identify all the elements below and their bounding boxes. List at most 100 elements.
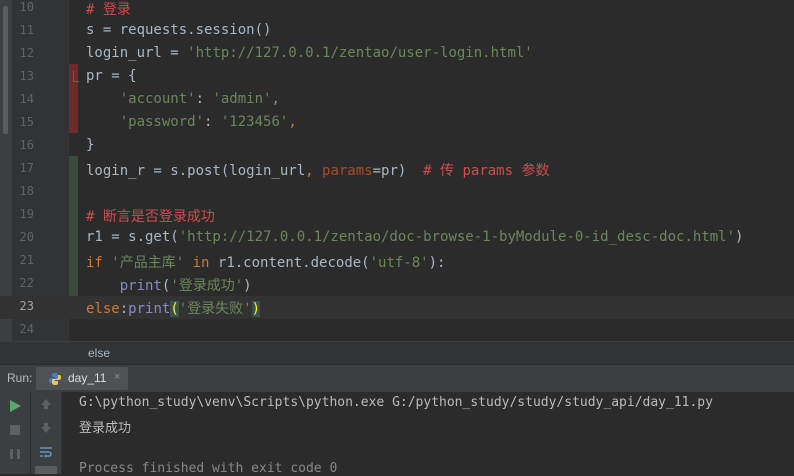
arrow-down-icon[interactable] [38, 420, 54, 436]
code-editor[interactable]: 10 # 登录 11 s = requests.session() 12 login_ur… [0, 0, 794, 341]
code-token: 'password' [86, 114, 205, 130]
code-line[interactable]: 14 'account': 'admin', [0, 89, 794, 112]
run-console[interactable]: G:\python_study\venv\Scripts\python.exe … [0, 392, 794, 476]
console-command-line: G:\python_study\venv\Scripts\python.exe … [79, 395, 713, 410]
code-token: # 断言是否登录成功 [86, 209, 215, 225]
arrow-up-icon[interactable] [38, 396, 54, 412]
code-token: if [86, 255, 112, 271]
code-token: # 传 params 参数 [423, 163, 550, 179]
code-text[interactable]: } [86, 137, 94, 153]
code-token: ): [428, 255, 446, 271]
code-line[interactable]: 16} [0, 135, 794, 158]
code-token: pr = { [86, 68, 137, 84]
code-token: , [305, 163, 323, 179]
code-line[interactable]: 21 if '产品主库' in r1.content.decode('utf-8'… [0, 250, 794, 273]
line-number: 20 [19, 230, 34, 244]
line-number: 16 [19, 138, 34, 152]
code-token: 'admin' [212, 91, 272, 107]
code-token: ) [243, 278, 252, 294]
code-token: ) [735, 229, 744, 245]
code-line[interactable]: 18 [0, 181, 794, 204]
line-number: 22 [19, 276, 34, 290]
code-text[interactable]: login_r = s.post(login_url, params=pr) #… [86, 160, 549, 180]
code-token: login_url = [86, 45, 188, 61]
code-token: print [128, 301, 171, 317]
code-token: else [86, 301, 120, 317]
line-number: 14 [19, 92, 34, 106]
code-token: ) [251, 301, 261, 317]
code-text[interactable]: pr = { [86, 68, 137, 84]
code-token: 'utf-8' [369, 255, 429, 271]
run-label: Run: [7, 371, 33, 385]
python-icon [49, 373, 61, 385]
code-token: '产品主库' [111, 255, 193, 271]
console-output-line: 登录成功 [79, 421, 132, 436]
code-token: =pr) [372, 163, 424, 179]
code-text[interactable]: print('登录成功') [86, 275, 252, 295]
code-token: login_r = s.post(login_url [86, 163, 306, 179]
line-number: 23 [19, 299, 34, 313]
scroll-to-end-button[interactable] [35, 466, 57, 474]
code-token: : [119, 301, 129, 317]
code-token: s = requests.session() [86, 22, 272, 38]
code-text[interactable]: r1 = s.get('http://127.0.0.1/zentao/doc-… [86, 229, 743, 245]
line-number: 11 [19, 23, 34, 37]
code-token: r1.content.decode( [217, 255, 370, 271]
code-line[interactable]: 19 # 断言是否登录成功 [0, 204, 794, 227]
pause-icon[interactable] [7, 446, 23, 462]
code-text[interactable]: if '产品主库' in r1.content.decode('utf-8'): [86, 252, 445, 272]
code-token: , [271, 91, 280, 107]
code-text[interactable]: 'account': 'admin', [86, 91, 280, 107]
code-token: , [288, 114, 297, 130]
line-number: 19 [19, 207, 34, 221]
line-number: 17 [19, 161, 34, 175]
code-token: in [192, 255, 218, 271]
line-number: 10 [19, 0, 34, 14]
code-text[interactable]: # 登录 [86, 0, 131, 19]
stop-icon[interactable] [7, 422, 23, 438]
code-token: r1 = s.get( [86, 229, 179, 245]
code-token: 'http://127.0.0.1/zentao/user-login.html… [187, 45, 533, 61]
run-tab-label: day_11 [68, 371, 107, 385]
run-tools-secondary [31, 392, 62, 474]
code-token: # 登录 [86, 2, 131, 18]
code-text[interactable]: s = requests.session() [86, 22, 271, 38]
close-icon[interactable]: × [114, 371, 120, 383]
code-line[interactable]: 22 print('登录成功') [0, 273, 794, 296]
line-number: 21 [19, 253, 34, 267]
code-line[interactable]: 13 pr = { [0, 66, 794, 89]
code-token: 'http://127.0.0.1/zentao/doc-browse-1-by… [178, 229, 736, 245]
run-tab-day-11[interactable]: day_11 × [36, 367, 128, 390]
play-icon[interactable] [7, 398, 23, 414]
line-number: 13 [19, 69, 34, 83]
code-text[interactable]: login_url = 'http://127.0.0.1/zentao/use… [86, 45, 533, 61]
code-text[interactable]: # 断言是否登录成功 [86, 206, 215, 226]
code-token: print [119, 278, 162, 294]
code-line[interactable]: 17 login_r = s.post(login_url, params=pr)… [0, 158, 794, 181]
code-text[interactable]: else:print('登录失败') [86, 298, 261, 318]
soft-wrap-icon[interactable] [38, 444, 54, 460]
code-token: params [322, 163, 373, 179]
code-line[interactable]: 10 # 登录 [0, 0, 794, 20]
breadcrumb-bar: else [0, 341, 794, 364]
line-number: 15 [19, 115, 34, 129]
code-line[interactable]: 24 [0, 319, 794, 342]
code-line[interactable]: 11 s = requests.session() [0, 20, 794, 43]
code-token: : [195, 91, 213, 107]
run-toolbar: Run: day_11 × [0, 364, 794, 393]
code-line[interactable]: 20 r1 = s.get('http://127.0.0.1/zentao/do… [0, 227, 794, 250]
code-token: 'account' [86, 91, 196, 107]
code-token: '123456' [220, 114, 289, 130]
line-number: 12 [19, 46, 34, 60]
code-text[interactable]: 'password': '123456', [86, 114, 297, 130]
run-tools-primary [0, 392, 31, 474]
code-line[interactable]: 23 else:print('登录失败') [0, 296, 794, 319]
line-number: 18 [19, 184, 34, 198]
code-token: : [204, 114, 221, 130]
code-line[interactable]: 15 'password': '123456', [0, 112, 794, 135]
line-number: 24 [19, 322, 34, 336]
code-line[interactable]: 12 login_url = 'http://127.0.0.1/zentao/u… [0, 43, 794, 66]
code-token: } [86, 137, 95, 153]
code-token: '登录失败' [178, 301, 252, 317]
